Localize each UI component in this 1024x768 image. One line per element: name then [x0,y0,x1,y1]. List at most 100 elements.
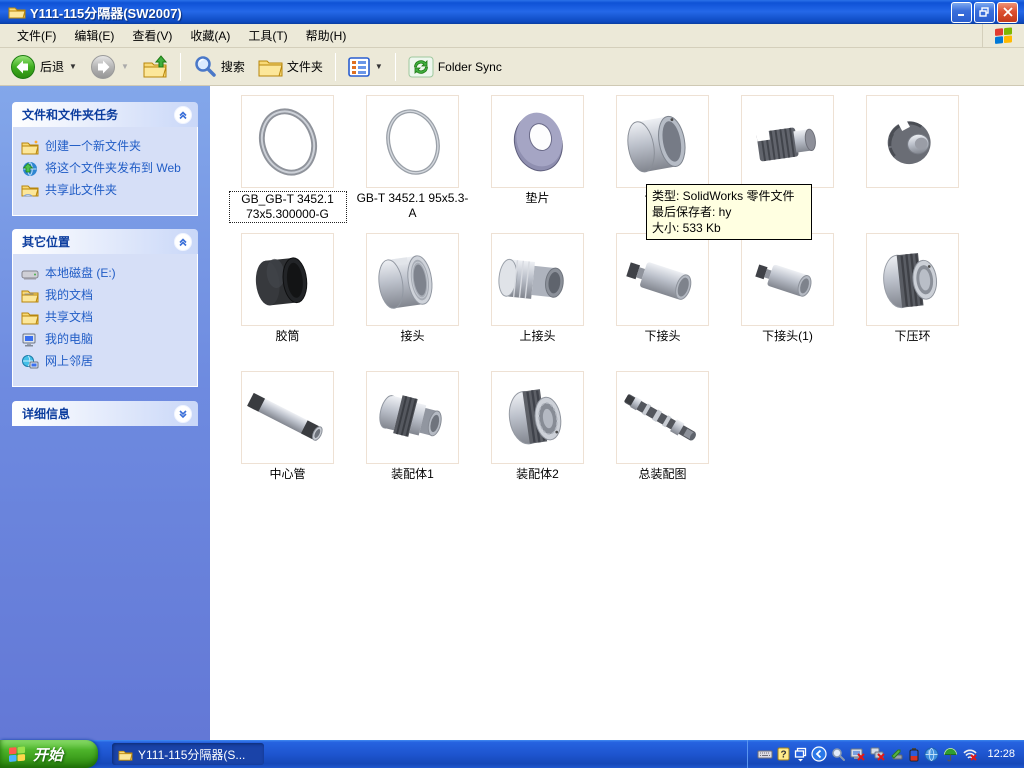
menu-favorites[interactable]: 收藏(A) [181,24,239,47]
coupling-icon[interactable] [366,233,459,326]
file-label[interactable]: GB_GB-T 3452.1 73x5.300000-G [228,191,347,223]
folder-sync-button[interactable]: Folder Sync [404,53,506,81]
task-label[interactable]: 创建一个新文件夹 [45,139,141,153]
upper-joint-icon[interactable] [491,233,584,326]
file-item[interactable]: 垫片 [475,95,600,233]
tray-magnifier-icon[interactable] [831,747,846,762]
tray-network-offline-icon[interactable] [870,747,886,762]
place-network[interactable]: 网上邻居 [21,354,191,370]
o-ring-icon[interactable] [241,95,334,188]
file-label[interactable]: 中心管 [267,467,307,482]
file-label[interactable]: 垫片 [523,191,551,206]
back-dropdown-icon[interactable]: ▼ [69,62,77,71]
file-label[interactable]: 装配体2 [514,467,561,482]
place-label[interactable]: 我的文档 [45,288,93,302]
forward-button[interactable]: ▼ [86,52,133,82]
task-label[interactable]: 共享此文件夹 [45,183,117,197]
file-item[interactable]: 总装配图 [600,371,725,509]
place-my-documents[interactable]: 我的文档 [21,288,191,304]
o-ring-thin-icon[interactable] [366,95,459,188]
file-label[interactable]: GB-T 3452.1 95x5.3-A [354,191,472,221]
file-label[interactable]: 接头 [398,329,426,344]
menu-view[interactable]: 查看(V) [123,24,181,47]
place-label[interactable]: 共享文档 [45,310,93,324]
place-shared-documents[interactable]: 共享文档 [21,310,191,326]
collapse-chevron-icon[interactable] [174,105,192,124]
place-label[interactable]: 我的电脑 [45,332,93,346]
file-item[interactable]: GB-T 3452.1 95x5.3-A [350,95,475,233]
place-local-disk[interactable]: 本地磁盘 (E:) [21,266,191,282]
minimize-button[interactable] [951,1,972,23]
assembly-2-icon[interactable] [491,371,584,464]
search-icon [195,55,216,77]
lock-pin-icon[interactable] [741,95,834,188]
washer-icon[interactable] [491,95,584,188]
tray-usb-device-icon[interactable] [890,747,904,761]
tray-battery-icon[interactable] [908,747,920,762]
up-button[interactable] [138,53,172,81]
file-item[interactable]: 胶筒 [225,233,350,371]
file-label[interactable]: 胶筒 [273,329,301,344]
file-label[interactable]: 总装配图 [636,467,688,482]
file-item[interactable]: 下压环 [850,233,975,371]
menu-tools[interactable]: 工具(T) [239,24,296,47]
tray-network-disabled-icon[interactable] [850,747,866,762]
adjust-ring-icon[interactable] [616,95,709,188]
folders-button[interactable]: 文件夹 [254,54,327,80]
up-folder-icon [143,54,167,77]
tray-hidden-icons-chevron[interactable] [811,746,828,762]
task-share-folder[interactable]: 共享此文件夹 [21,183,191,199]
center-tube-icon[interactable] [241,371,334,464]
toolbar-separator [394,52,396,81]
lower-joint-icon[interactable] [616,233,709,326]
taskbar-task-button[interactable]: Y111-115分隔器(S... [112,743,264,765]
press-ring-icon[interactable] [866,233,959,326]
file-label[interactable]: 上接头 [517,329,557,344]
file-label[interactable]: 装配体1 [389,467,436,482]
assembly-1-icon[interactable] [366,371,459,464]
tray-keyboard-icon[interactable] [757,747,773,761]
file-item[interactable]: 装配体1 [350,371,475,509]
other-places-header[interactable]: 其它位置 [12,229,198,254]
file-item[interactable]: 中心管 [225,371,350,509]
threaded-plug-icon[interactable] [866,95,959,188]
search-button[interactable]: 搜索 [189,53,249,81]
file-item[interactable]: 下接头 [600,233,725,371]
task-publish-web[interactable]: 将这个文件夹发布到 Web [21,161,191,177]
views-button[interactable]: ▼ [344,55,387,79]
lower-joint-icon[interactable] [741,233,834,326]
tray-wireless-error-icon[interactable] [962,747,978,762]
place-label[interactable]: 本地磁盘 (E:) [45,266,116,280]
file-label[interactable]: 下接头 [642,329,682,344]
tray-restore-window-icon[interactable] [794,747,807,762]
views-dropdown-icon[interactable]: ▼ [375,62,383,71]
collapse-chevron-icon[interactable] [174,232,192,251]
file-tasks-header[interactable]: 文件和文件夹任务 [12,102,198,127]
file-label[interactable]: 下接头(1) [760,329,815,344]
task-label[interactable]: 将这个文件夹发布到 Web [45,161,181,175]
start-button[interactable]: 开始 [0,740,98,768]
file-item[interactable]: 接头 [350,233,475,371]
assembly-rod-icon[interactable] [616,371,709,464]
file-item[interactable]: 装配体2 [475,371,600,509]
restore-button[interactable] [974,1,995,23]
file-item[interactable]: 下接头(1) [725,233,850,371]
close-button[interactable] [997,1,1018,23]
back-button[interactable]: 后退 ▼ [6,52,81,82]
file-item[interactable]: GB_GB-T 3452.1 73x5.300000-G [225,95,350,233]
expand-chevron-icon[interactable] [174,404,192,423]
file-label[interactable]: 下压环 [892,329,932,344]
task-new-folder[interactable]: 创建一个新文件夹 [21,139,191,155]
place-label[interactable]: 网上邻居 [45,354,93,368]
place-my-computer[interactable]: 我的电脑 [21,332,191,348]
rubber-cylinder-icon[interactable] [241,233,334,326]
tray-globe-icon[interactable] [924,747,939,762]
menu-edit[interactable]: 编辑(E) [65,24,123,47]
tray-umbrella-icon[interactable] [943,747,958,762]
tray-ime-help-icon[interactable]: ? [777,747,790,761]
file-item[interactable] [850,95,975,233]
details-header[interactable]: 详细信息 [12,401,198,426]
file-item[interactable]: 上接头 [475,233,600,371]
menu-file[interactable]: 文件(F) [8,24,65,47]
menu-help[interactable]: 帮助(H) [297,24,356,47]
